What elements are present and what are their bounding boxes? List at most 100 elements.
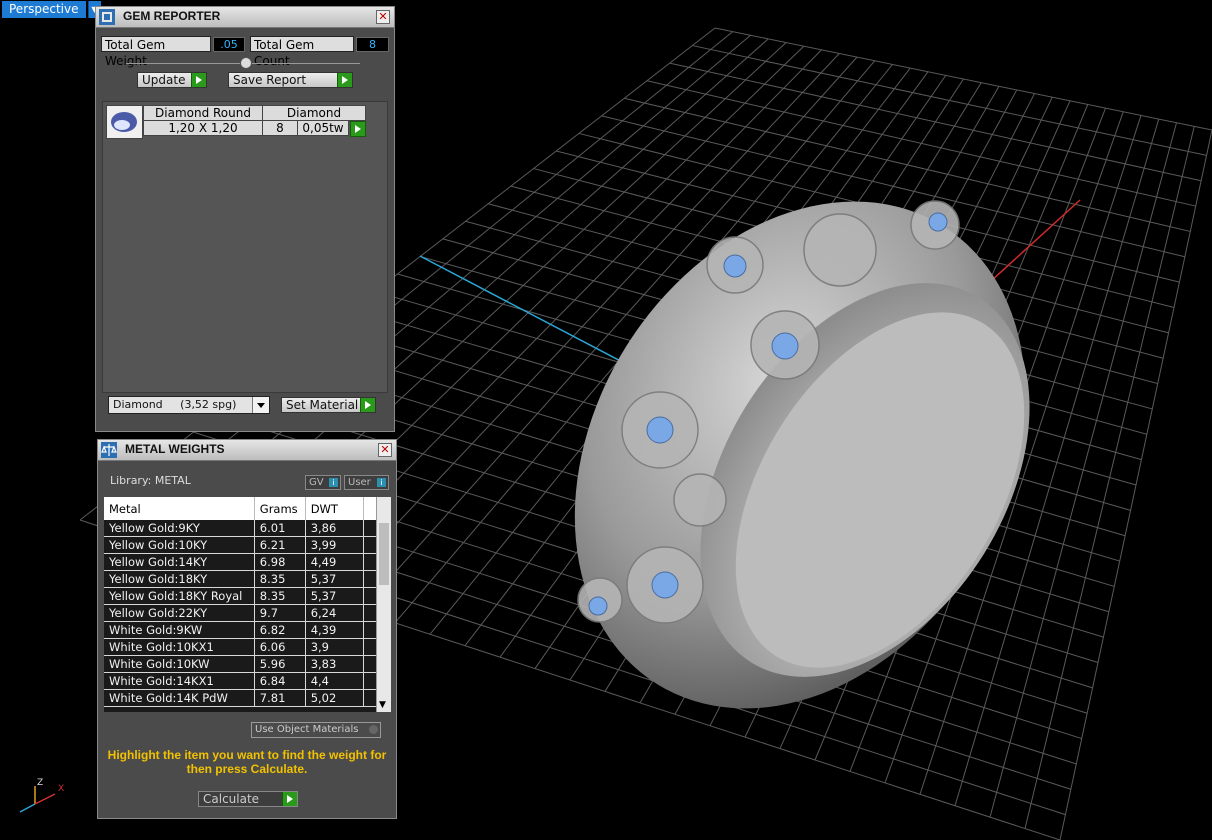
table-row[interactable]: White Gold:10KW 5.96 3,83	[104, 655, 376, 673]
user-toggle[interactable]: User i	[344, 475, 389, 490]
empty-cell	[363, 536, 376, 554]
empty-cell	[363, 655, 376, 673]
metal-cell: Yellow Gold:14KY	[104, 553, 255, 571]
empty-cell	[363, 520, 376, 537]
ring-model[interactable]	[483, 117, 1117, 792]
set-material-label: Set Material	[286, 398, 359, 412]
dwt-cell: 5,02	[305, 689, 365, 707]
table-row[interactable]: White Gold:10KX1 6.06 3,9	[104, 638, 376, 656]
close-icon[interactable]: ✕	[378, 443, 392, 457]
metal-cell: Yellow Gold:18KY	[104, 570, 255, 588]
metal-cell: Yellow Gold:22KY	[104, 604, 255, 622]
metal-cell: Yellow Gold:18KY Royal	[104, 587, 255, 605]
gem-name[interactable]: Diamond Round	[143, 105, 263, 121]
gv-toggle[interactable]: GV i	[305, 475, 341, 490]
play-icon	[360, 398, 375, 412]
update-button[interactable]: Update	[137, 72, 207, 88]
grams-cell: 6.21	[254, 536, 306, 554]
diamond-icon[interactable]	[106, 105, 143, 139]
grams-cell: 6.98	[254, 553, 306, 571]
gem-material[interactable]: Diamond	[262, 105, 366, 121]
grid-line	[1059, 129, 1212, 840]
empty-cell	[363, 621, 376, 639]
dwt-cell: 6,24	[305, 604, 365, 622]
table-row[interactable]: Yellow Gold:18KY Royal 8.35 5,37	[104, 587, 376, 605]
chevron-down-icon[interactable]	[252, 397, 269, 413]
table-row[interactable]: White Gold:9KW 6.82 4,39	[104, 621, 376, 639]
set-material-button[interactable]: Set Material	[281, 397, 376, 413]
radio-icon	[369, 725, 378, 734]
update-button-label: Update	[142, 73, 186, 87]
column-header-metal[interactable]: Metal	[104, 497, 255, 520]
info-icon: i	[329, 478, 338, 487]
table-scrollbar[interactable]: ▼	[376, 497, 391, 712]
empty-cell	[363, 672, 376, 690]
table-row[interactable]: White Gold:14KX1 6.84 4,4	[104, 672, 376, 690]
viewport-mode-selector[interactable]: Perspective ▼	[2, 1, 101, 18]
panel-title: METAL WEIGHTS	[125, 442, 225, 456]
gem-reporter-titlebar[interactable]: GEM REPORTER ✕	[96, 7, 394, 28]
grams-cell: 6.84	[254, 672, 306, 690]
grams-cell: 6.06	[254, 638, 306, 656]
calculate-button[interactable]: Calculate	[198, 791, 298, 807]
play-icon	[191, 73, 206, 87]
gem-reporter-icon	[99, 9, 115, 25]
metal-cell: White Gold:14KX1	[104, 672, 255, 690]
grams-cell: 5.96	[254, 655, 306, 673]
use-object-materials-toggle[interactable]: Use Object Materials	[251, 722, 381, 738]
gv-label: GV	[309, 477, 324, 488]
gem-list: Diamond Round Diamond 1,20 X 1,20 8 0,05…	[102, 101, 388, 393]
grid-line	[1024, 126, 1195, 829]
gem-play-button[interactable]	[350, 121, 366, 137]
dwt-cell: 3,99	[305, 536, 365, 554]
save-report-button[interactable]: Save Report	[228, 72, 353, 88]
user-label: User	[348, 477, 371, 488]
empty-cell	[363, 570, 376, 588]
material-select-value: Diamond (3,52 spg)	[113, 398, 237, 411]
column-header-empty	[363, 497, 376, 520]
table-row[interactable]: Yellow Gold:9KY 6.01 3,86	[104, 520, 376, 537]
table-row[interactable]: Yellow Gold:22KY 9.7 6,24	[104, 604, 376, 622]
grams-cell: 6.01	[254, 520, 306, 537]
slider-handle[interactable]	[240, 57, 252, 69]
metal-weights-panel: METAL WEIGHTS ✕ Library: METAL GV i User i…	[97, 439, 397, 819]
total-gem-count-label: Total Gem Count	[250, 36, 354, 68]
table-row[interactable]: White Gold:14K PdW 7.81 5,02	[104, 689, 376, 707]
instruction-text: Highlight the item you want to find the …	[107, 748, 387, 776]
table-row[interactable]: Yellow Gold:18KY 8.35 5,37	[104, 570, 376, 588]
dwt-cell: 4,4	[305, 672, 365, 690]
metal-table: Metal Grams DWT Yellow Gold:9KY 6.01 3,86 Y…	[104, 497, 376, 712]
axis-x-label: X	[58, 784, 65, 794]
metal-cell: White Gold:10KX1	[104, 638, 255, 656]
gem-weight[interactable]: 0,05tw	[297, 120, 349, 136]
empty-cell	[363, 553, 376, 571]
play-icon	[337, 73, 352, 87]
gem-size[interactable]: 1,20 X 1,20	[143, 120, 263, 136]
gem-count[interactable]: 8	[262, 120, 298, 136]
column-header-dwt[interactable]: DWT	[305, 497, 365, 520]
dwt-cell: 5,37	[305, 587, 365, 605]
metal-cell: Yellow Gold:10KY	[104, 536, 255, 554]
close-icon[interactable]: ✕	[376, 10, 390, 24]
material-select[interactable]: Diamond (3,52 spg)	[108, 396, 270, 414]
table-row[interactable]: Yellow Gold:14KY 6.98 4,49	[104, 553, 376, 571]
info-icon: i	[377, 478, 386, 487]
metal-cell: White Gold:14K PdW	[104, 689, 255, 707]
table-row[interactable]: Yellow Gold:10KY 6.21 3,99	[104, 536, 376, 554]
axis-gizmo	[19, 786, 56, 813]
axis-z-label: Z	[37, 778, 44, 788]
chevron-down-icon[interactable]: ▼	[379, 700, 386, 710]
empty-cell	[363, 638, 376, 656]
scrollbar-thumb[interactable]	[379, 523, 389, 585]
metal-cell: White Gold:9KW	[104, 621, 255, 639]
dwt-cell: 3,83	[305, 655, 365, 673]
calculate-label: Calculate	[203, 792, 260, 806]
scale-icon	[101, 442, 117, 458]
column-header-grams[interactable]: Grams	[254, 497, 306, 520]
gem-reporter-panel: GEM REPORTER ✕ Total Gem Weight .05 Tota…	[95, 6, 395, 432]
grams-cell: 8.35	[254, 570, 306, 588]
metal-weights-titlebar[interactable]: METAL WEIGHTS ✕	[98, 440, 396, 461]
viewport-mode-label: Perspective	[2, 1, 86, 18]
panel-title: GEM REPORTER	[123, 9, 221, 23]
total-gem-weight-value: .05	[213, 37, 245, 52]
